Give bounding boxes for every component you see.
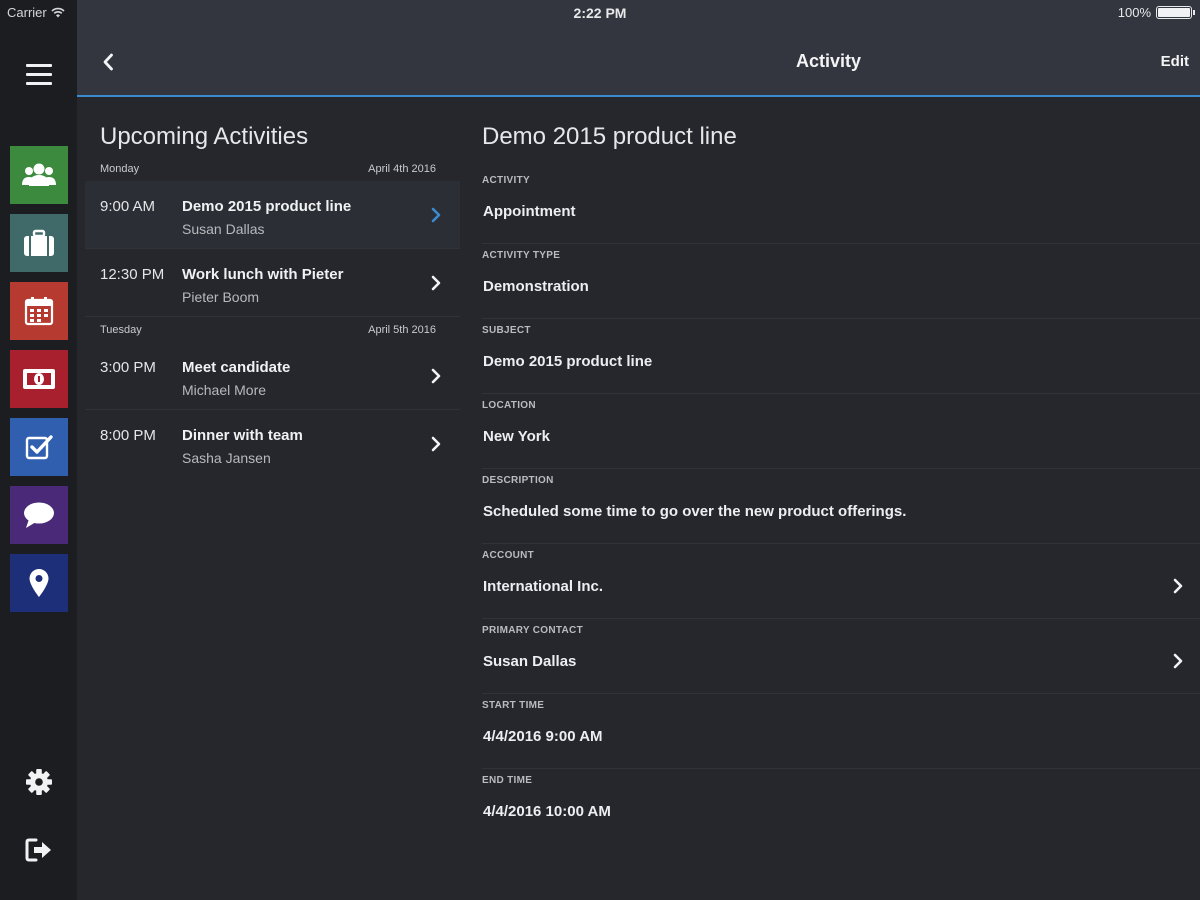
field-account[interactable]: ACCOUNT International Inc. — [482, 544, 1200, 619]
day-header-tuesday: Tuesday April 5th 2016 — [100, 324, 436, 336]
menu-icon[interactable] — [26, 64, 52, 86]
field-value: Demonstration — [483, 278, 589, 295]
checkbox-icon — [25, 435, 53, 460]
chevron-right-icon — [431, 275, 441, 291]
field-value: New York — [483, 428, 550, 445]
page-title: Activity — [795, 51, 862, 71]
side-rail: Carrier — [0, 0, 77, 900]
day-label: Monday — [100, 163, 140, 175]
activity-contact: Susan Dallas — [182, 221, 265, 237]
logout-icon — [25, 838, 51, 862]
carrier-status: Carrier — [7, 5, 65, 20]
edit-button[interactable]: Edit — [1161, 53, 1189, 70]
back-button[interactable] — [97, 50, 119, 74]
field-value: International Inc. — [483, 578, 604, 595]
activity-time: 8:00 PM — [100, 427, 156, 444]
top-header: 2:22 PM 100% Activity Edit — [77, 0, 1200, 97]
activities-list-panel: Upcoming Activities Monday April 4th 201… — [77, 99, 460, 900]
day-header-monday: Monday April 4th 2016 — [100, 163, 436, 175]
field-label: ACTIVITY TYPE — [482, 250, 561, 261]
field-subject: SUBJECT Demo 2015 product line — [482, 319, 1200, 394]
finance-tile[interactable] — [10, 350, 68, 408]
activity-time: 12:30 PM — [100, 266, 165, 283]
carrier-label: Carrier — [7, 5, 47, 20]
field-label: PRIMARY CONTACT — [482, 625, 583, 636]
activity-item[interactable]: 12:30 PM Work lunch with Pieter Pieter B… — [85, 249, 460, 317]
field-activity-type: ACTIVITY TYPE Demonstration — [482, 244, 1200, 319]
field-location: LOCATION New York — [482, 394, 1200, 469]
battery-percent: 100% — [1117, 5, 1151, 20]
chat-icon — [24, 502, 54, 528]
field-value: Demo 2015 product line — [483, 353, 653, 370]
calendar-tile[interactable] — [10, 282, 68, 340]
field-label: ACTIVITY — [482, 175, 530, 186]
field-activity: ACTIVITY Appointment — [482, 169, 1200, 244]
day-label: Tuesday — [100, 324, 142, 336]
tasks-tile[interactable] — [10, 418, 68, 476]
people-icon — [22, 163, 56, 186]
day-date: April 5th 2016 — [368, 324, 436, 336]
opportunities-tile[interactable] — [10, 214, 68, 272]
activity-contact: Sasha Jansen — [182, 450, 271, 466]
field-label: LOCATION — [482, 400, 536, 411]
status-time: 2:22 PM — [573, 5, 627, 21]
chevron-left-icon — [103, 53, 113, 71]
day-date: April 4th 2016 — [368, 163, 436, 175]
field-start-time: START TIME 4/4/2016 9:00 AM — [482, 694, 1200, 769]
activity-item[interactable]: 8:00 PM Dinner with team Sasha Jansen — [85, 410, 460, 478]
activity-title: Dinner with team — [182, 427, 303, 444]
field-value: 4/4/2016 9:00 AM — [483, 728, 603, 745]
settings-button[interactable] — [24, 767, 54, 797]
field-value: Scheduled some time to go over the new p… — [483, 503, 907, 520]
detail-title: Demo 2015 product line — [482, 123, 737, 150]
field-value: Appointment — [483, 203, 576, 220]
locations-tile[interactable] — [10, 554, 68, 612]
list-title: Upcoming Activities — [100, 123, 309, 150]
field-label: ACCOUNT — [482, 550, 535, 561]
activity-time: 3:00 PM — [100, 359, 156, 376]
battery-status: 100% — [1117, 5, 1195, 20]
money-icon — [23, 369, 55, 389]
contacts-tile[interactable] — [10, 146, 68, 204]
activity-contact: Michael More — [182, 382, 267, 398]
field-description: DESCRIPTION Scheduled some time to go ov… — [482, 469, 1200, 544]
activity-title: Demo 2015 product line — [182, 198, 352, 215]
calendar-icon — [24, 297, 54, 326]
field-label: SUBJECT — [482, 325, 531, 336]
activity-item[interactable]: 3:00 PM Meet candidate Michael More — [85, 342, 460, 410]
chevron-right-icon — [431, 368, 441, 384]
field-end-time: END TIME 4/4/2016 10:00 AM — [482, 769, 1200, 844]
field-label: START TIME — [482, 700, 545, 711]
briefcase-icon — [24, 229, 54, 256]
field-label: DESCRIPTION — [482, 475, 554, 486]
field-value: 4/4/2016 10:00 AM — [483, 803, 611, 820]
activity-title: Work lunch with Pieter — [182, 266, 344, 283]
messages-tile[interactable] — [10, 486, 68, 544]
field-value: Susan Dallas — [483, 653, 577, 670]
chevron-right-icon — [431, 436, 441, 452]
activity-contact: Pieter Boom — [182, 289, 260, 305]
battery-icon — [1156, 6, 1195, 19]
field-primary-contact[interactable]: PRIMARY CONTACT Susan Dallas — [482, 619, 1200, 694]
chevron-right-icon — [1173, 653, 1183, 669]
field-label: END TIME — [482, 775, 533, 786]
logout-button[interactable] — [24, 835, 54, 865]
activity-detail-panel: Demo 2015 product line ACTIVITY Appointm… — [460, 99, 1200, 900]
chevron-right-icon — [1173, 578, 1183, 594]
activity-time: 9:00 AM — [100, 198, 156, 215]
activity-item[interactable]: 9:00 AM Demo 2015 product line Susan Dal… — [85, 181, 460, 249]
activity-title: Meet candidate — [182, 359, 291, 376]
wifi-icon — [51, 7, 65, 18]
chevron-right-icon — [431, 207, 441, 223]
location-pin-icon — [29, 569, 49, 597]
gear-icon — [26, 769, 52, 795]
